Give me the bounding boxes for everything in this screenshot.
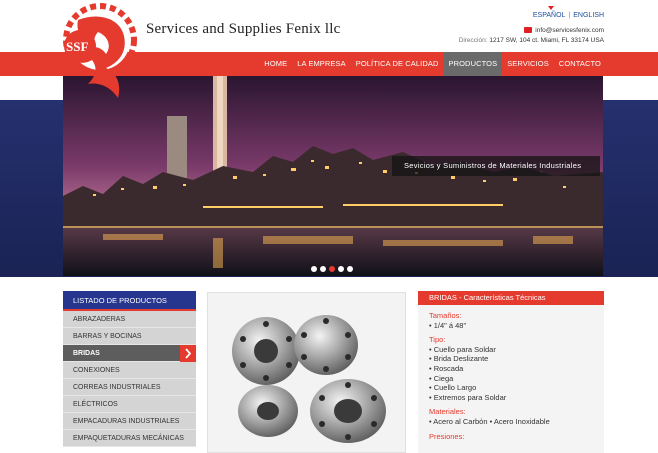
specs-panel: BRIDAS - Características Técnicas Tamaño… — [418, 291, 604, 453]
product-item-label: BARRAS Y BOCINAS — [73, 333, 142, 340]
mail-icon — [524, 27, 533, 33]
email-link[interactable]: info@servicesfenix.com — [535, 27, 604, 34]
product-item-bridas[interactable]: BRIDAS — [63, 345, 196, 362]
spec-value-tipo-3: • Roscada — [429, 363, 464, 373]
main-nav: HOME LA EMPRESA POLÍTICA DE CALIDAD PROD… — [259, 52, 606, 76]
spec-value-tipo-4: • Ciega — [429, 373, 454, 383]
product-item-abrazaderas[interactable]: ABRAZADERAS — [63, 311, 196, 328]
spec-value-tipo-6: • Extremos para Soldar — [429, 392, 507, 402]
product-item-correas-industriales[interactable]: CORREAS INDUSTRIALES — [63, 379, 196, 396]
product-item-label: BRIDAS — [73, 350, 100, 357]
hero-slider: Sevicios y Suministros de Materiales Ind… — [63, 76, 603, 276]
spec-value-materiales: • Acero al Carbón • Acero Inoxidable — [429, 416, 550, 426]
spec-value-tipo-5: • Cuello Largo — [429, 383, 477, 393]
spec-title-tipo: Tipo: — [429, 335, 446, 345]
contact-info: info@servicesfenix.com Dirección: 1217 S… — [459, 26, 604, 46]
active-language-marker — [548, 6, 554, 10]
product-list-heading: LISTADO DE PRODUCTOS — [63, 291, 196, 311]
lang-es-link[interactable]: ESPAÑOL — [533, 12, 566, 19]
lang-en-link[interactable]: ENGLISH — [573, 12, 604, 19]
slider-dot-1[interactable] — [311, 266, 317, 272]
specs-heading: BRIDAS - Características Técnicas — [418, 291, 604, 305]
chevron-right-icon — [180, 345, 196, 362]
product-image — [207, 292, 406, 453]
address-label: Dirección: — [458, 37, 488, 44]
lang-separator: | — [568, 12, 571, 19]
spec-title-presiones: Presiones: — [429, 431, 465, 441]
spec-value-tipo-2: • Brida Deslizante — [429, 354, 489, 364]
address-text: 1217 SW, 104 ct. Miami, FL 33174 USA — [489, 37, 604, 44]
nav-home[interactable]: HOME — [259, 52, 292, 76]
hero-caption: Sevicios y Suministros de Materiales Ind… — [392, 156, 600, 176]
slider-dot-5[interactable] — [347, 266, 353, 272]
slider-dot-2[interactable] — [320, 266, 326, 272]
nav-politica-de-calidad[interactable]: POLÍTICA DE CALIDAD — [351, 52, 444, 76]
nav-la-empresa[interactable]: LA EMPRESA — [292, 52, 351, 76]
logo-text: SSF — [66, 39, 88, 54]
product-item-empacaduras-industriales[interactable]: EMPACADURAS INDUSTRIALES — [63, 413, 196, 430]
logo[interactable]: SSF — [58, 2, 142, 102]
product-item-electricos[interactable]: ELÉCTRICOS — [63, 396, 196, 413]
nav-contacto[interactable]: CONTACTO — [554, 52, 606, 76]
spec-title-tamanos: Tamaños: — [429, 311, 462, 320]
product-item-label: EMPACADURAS INDUSTRIALES — [73, 418, 180, 425]
site-title: Services and Supplies Fenix llc — [146, 21, 341, 37]
product-item-label: EMPAQUETADURAS MECÁNICAS — [73, 435, 184, 442]
specs-body: Tamaños: • 1/4" á 48" Tipo: • Cuello par… — [418, 305, 604, 447]
page: { "header": { "logo_text": "SSF", "title… — [0, 0, 658, 453]
nav-servicios[interactable]: SERVICIOS — [502, 52, 554, 76]
flanges-image — [232, 315, 386, 443]
spec-title-materiales: Materiales: — [429, 407, 466, 417]
product-item-empaquetaduras-mecanicas[interactable]: EMPAQUETADURAS MECÁNICAS — [63, 430, 196, 447]
product-item-label: ELÉCTRICOS — [73, 401, 118, 408]
slider-dots — [311, 266, 353, 272]
hero-image — [63, 76, 603, 276]
spec-value-tamanos: • 1/4" á 48" — [429, 320, 467, 330]
slider-dot-3[interactable] — [329, 266, 335, 272]
product-list: LISTADO DE PRODUCTOS ABRAZADERAS BARRAS … — [63, 291, 196, 447]
product-item-label: CORREAS INDUSTRIALES — [73, 384, 161, 391]
product-item-barras-y-bocinas[interactable]: BARRAS Y BOCINAS — [63, 328, 196, 345]
product-item-label: ABRAZADERAS — [73, 316, 126, 323]
spec-value-tipo-1: • Cuello para Soldar — [429, 344, 496, 354]
language-switcher: ESPAÑOL | ENGLISH — [533, 12, 604, 19]
product-item-conexiones[interactable]: CONEXIONES — [63, 362, 196, 379]
nav-productos[interactable]: PRODUCTOS — [443, 52, 503, 76]
product-item-label: CONEXIONES — [73, 367, 120, 374]
slider-dot-4[interactable] — [338, 266, 344, 272]
